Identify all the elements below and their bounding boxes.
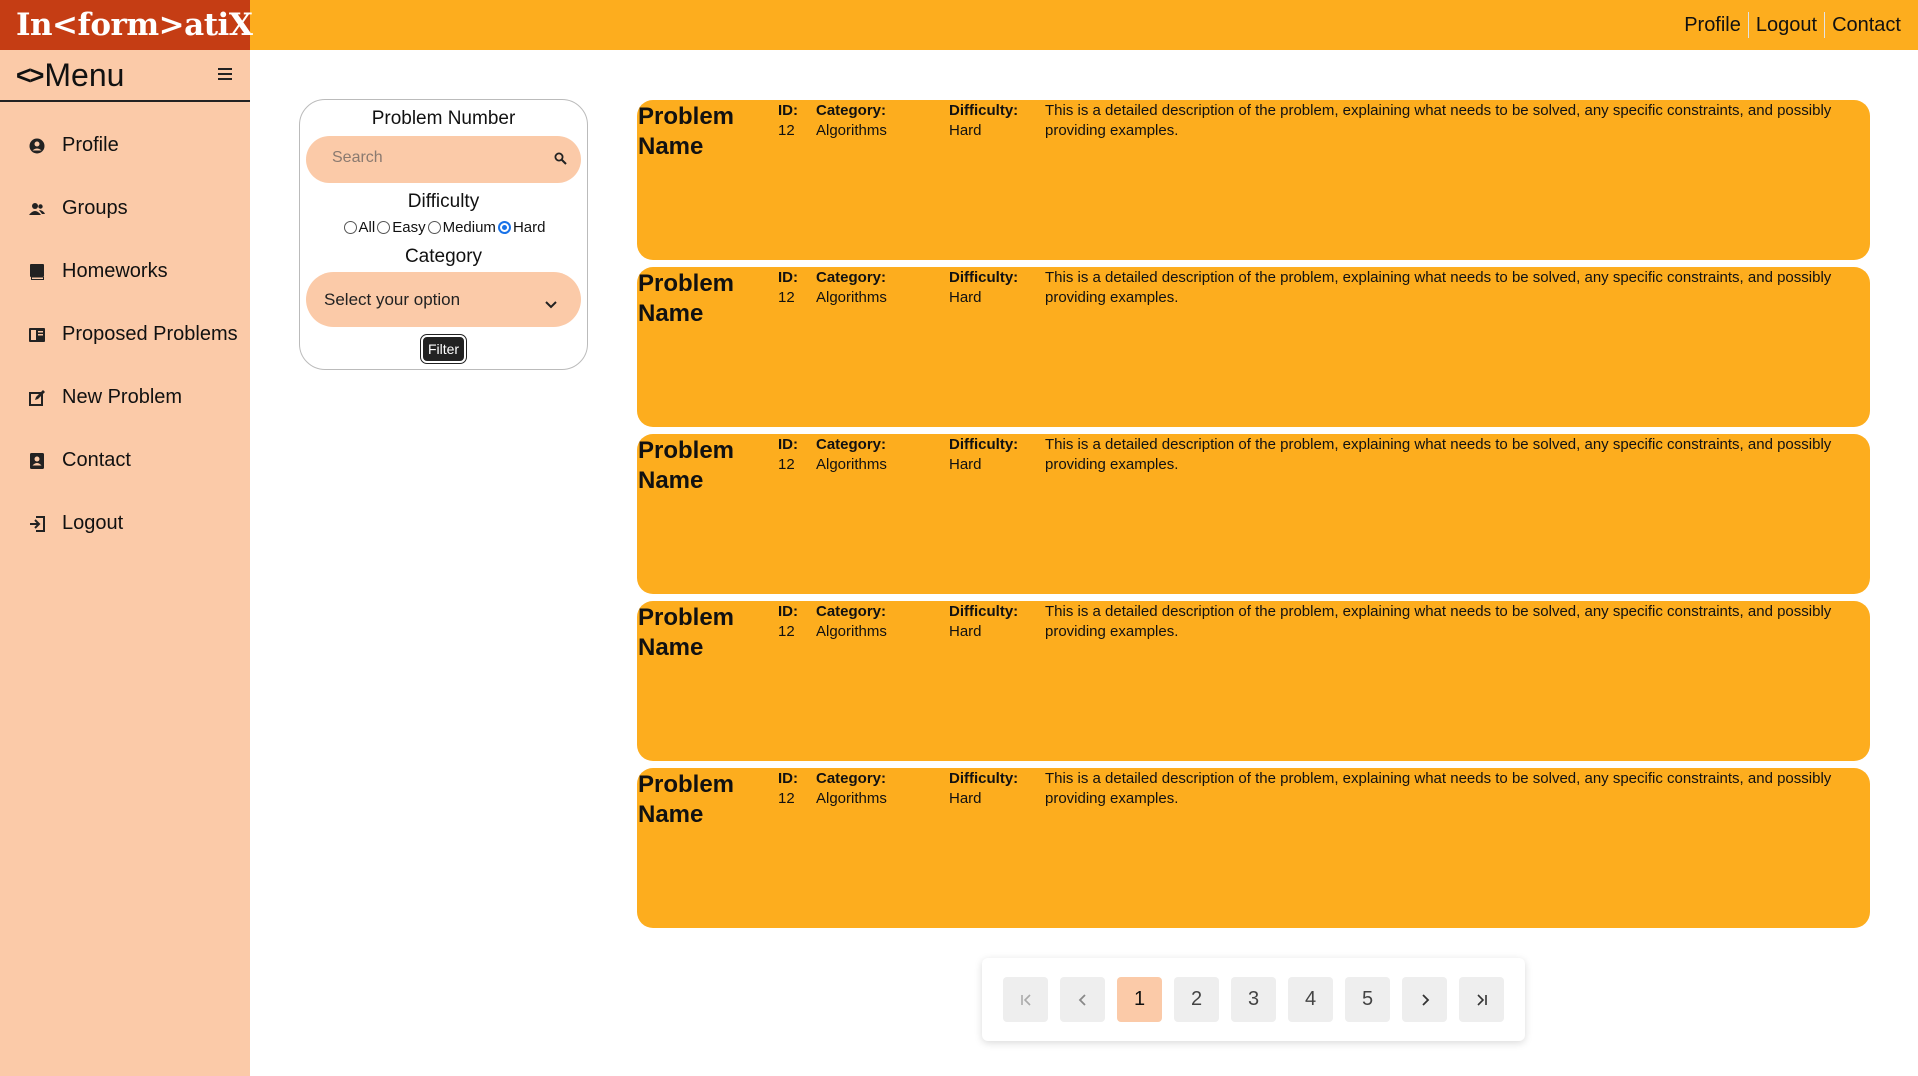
pagination: 1 2 3 4 5 <box>982 958 1525 1041</box>
top-nav-profile[interactable]: Profile <box>1677 12 1748 38</box>
radio-label: Medium <box>442 219 496 236</box>
difficulty-option-hard[interactable]: Hard <box>496 219 546 236</box>
filter-panel: Problem Number Difficulty All Easy Mediu… <box>299 99 588 370</box>
radio-label: Hard <box>512 219 546 236</box>
category-label: Category <box>404 246 483 267</box>
problem-id: ID: 12 <box>778 269 798 306</box>
problem-difficulty: Difficulty: Hard <box>949 102 1019 139</box>
problem-difficulty: Difficulty: Hard <box>949 770 1019 807</box>
radio-label: Easy <box>392 219 426 236</box>
filter-button[interactable]: Filter <box>420 334 467 364</box>
problem-name: Problem Name <box>638 771 735 828</box>
sidebar-item-label: Logout <box>62 512 124 534</box>
sidebar-item-label: Contact <box>62 449 131 471</box>
problem-difficulty: Difficulty: Hard <box>949 269 1019 306</box>
book-icon <box>28 263 46 281</box>
sidebar: <> Menu Profile Groups Homeworks Propose… <box>0 50 250 1076</box>
sidebar-item-contact[interactable]: Contact <box>0 429 250 492</box>
category-select[interactable]: Select your option <box>306 272 581 327</box>
problem-card[interactable]: Problem Name ID: 12 Category: Algorithms D… <box>637 267 1870 427</box>
problem-card[interactable]: Problem Name ID: 12 Category: Algorithms D… <box>637 100 1870 260</box>
page-5-button[interactable]: 5 <box>1345 977 1390 1022</box>
sidebar-item-groups[interactable]: Groups <box>0 177 250 240</box>
problem-id: ID: 12 <box>778 436 798 473</box>
problem-category: Category: Algorithms <box>816 269 887 306</box>
groups-icon <box>28 200 46 218</box>
chevron-down-icon <box>545 294 557 314</box>
logout-icon <box>28 515 46 533</box>
problem-description: This is a detailed description of the pr… <box>1045 269 1832 306</box>
sidebar-item-label: New Problem <box>62 386 183 408</box>
problem-id: ID: 12 <box>778 603 798 640</box>
problem-list: Problem Name ID: 12 Category: Algorithms D… <box>637 100 1870 935</box>
top-nav-logout[interactable]: Logout <box>1747 12 1824 38</box>
search-input[interactable] <box>332 149 532 167</box>
radio-button-checked[interactable] <box>497 221 511 234</box>
problem-name: Problem Name <box>638 604 735 661</box>
page-1-button[interactable]: 1 <box>1117 977 1162 1022</box>
problem-card[interactable]: Problem Name ID: 12 Category: Algorithms D… <box>637 601 1870 761</box>
sidebar-item-label: Groups <box>62 197 128 219</box>
sidebar-item-logout[interactable]: Logout <box>0 492 250 555</box>
sidebar-item-homeworks[interactable]: Homeworks <box>0 240 250 303</box>
edit-icon <box>28 389 46 407</box>
radio-button[interactable] <box>343 221 357 234</box>
code-icon: <> <box>16 59 44 90</box>
sidebar-nav: Profile Groups Homeworks Proposed Proble… <box>0 102 250 555</box>
sidebar-item-profile[interactable]: Profile <box>0 114 250 177</box>
search-icon[interactable] <box>554 152 567 170</box>
profile-icon <box>28 137 46 155</box>
problem-name: Problem Name <box>638 437 735 494</box>
problem-difficulty: Difficulty: Hard <box>949 436 1019 473</box>
radio-button[interactable] <box>377 221 391 234</box>
top-nav: Profile Logout Contact <box>1677 0 1908 50</box>
hamburger-icon[interactable] <box>218 68 232 80</box>
page-3-button[interactable]: 3 <box>1231 977 1276 1022</box>
radio-label: All <box>358 219 376 236</box>
page-2-button[interactable]: 2 <box>1174 977 1219 1022</box>
page-4-button[interactable]: 4 <box>1288 977 1333 1022</box>
problem-category: Category: Algorithms <box>816 603 887 640</box>
sidebar-item-new-problem[interactable]: New Problem <box>0 366 250 429</box>
prev-page-icon[interactable] <box>1060 977 1105 1022</box>
sidebar-item-label: Profile <box>62 134 119 156</box>
radio-button[interactable] <box>427 221 441 234</box>
difficulty-option-all[interactable]: All <box>342 219 376 236</box>
problem-category: Category: Algorithms <box>816 770 887 807</box>
problem-card[interactable]: Problem Name ID: 12 Category: Algorithms D… <box>637 434 1870 594</box>
search-box <box>306 136 581 183</box>
next-page-icon[interactable] <box>1402 977 1447 1022</box>
difficulty-option-medium[interactable]: Medium <box>426 219 496 236</box>
proposed-icon <box>28 326 46 344</box>
difficulty-radio-group: All Easy Medium Hard <box>300 219 587 236</box>
problem-name: Problem Name <box>638 103 735 160</box>
app-logo[interactable]: In<form>atiX <box>0 0 253 50</box>
contact-icon <box>28 452 46 470</box>
problem-category: Category: Algorithms <box>816 102 887 139</box>
problem-description: This is a detailed description of the pr… <box>1045 770 1832 807</box>
problem-description: This is a detailed description of the pr… <box>1045 102 1832 139</box>
category-selected-value: Select your option <box>324 289 461 309</box>
problem-description: This is a detailed description of the pr… <box>1045 603 1832 640</box>
difficulty-option-easy[interactable]: Easy <box>375 219 426 236</box>
difficulty-label: Difficulty <box>407 191 480 212</box>
problem-category: Category: Algorithms <box>816 436 887 473</box>
menu-title: Menu <box>44 56 125 93</box>
sidebar-item-label: Homeworks <box>62 260 168 282</box>
menu-header: <> Menu <box>0 50 250 102</box>
problem-number-label: Problem Number <box>371 108 516 129</box>
top-nav-contact[interactable]: Contact <box>1824 12 1908 38</box>
first-page-icon[interactable] <box>1003 977 1048 1022</box>
top-bar: In<form>atiX Profile Logout Contact <box>0 0 1918 50</box>
problem-name: Problem Name <box>638 270 735 327</box>
problem-id: ID: 12 <box>778 770 798 807</box>
problem-card[interactable]: Problem Name ID: 12 Category: Algorithms D… <box>637 768 1870 928</box>
sidebar-item-proposed-problems[interactable]: Proposed Problems <box>0 303 250 366</box>
problem-description: This is a detailed description of the pr… <box>1045 436 1832 473</box>
sidebar-item-label: Proposed Problems <box>62 323 238 345</box>
last-page-icon[interactable] <box>1459 977 1504 1022</box>
problem-difficulty: Difficulty: Hard <box>949 603 1019 640</box>
problem-id: ID: 12 <box>778 102 798 139</box>
